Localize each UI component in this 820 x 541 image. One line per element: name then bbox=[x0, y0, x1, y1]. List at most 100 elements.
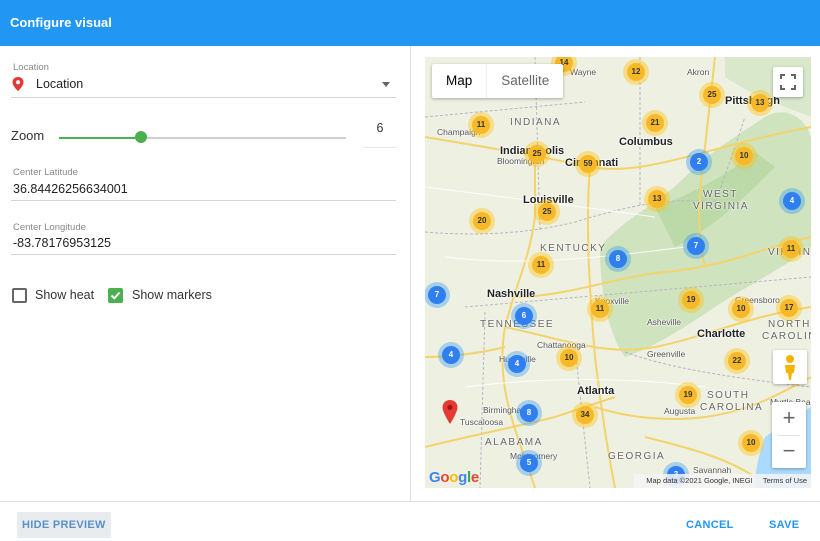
marker-cluster[interactable]: 13 bbox=[747, 90, 773, 116]
marker-cluster-count: 10 bbox=[735, 147, 753, 165]
marker-cluster-count: 5 bbox=[520, 454, 538, 472]
marker-cluster-count: 6 bbox=[515, 307, 533, 325]
terms-of-use-link[interactable]: Terms of Use bbox=[763, 476, 807, 485]
marker-cluster-count: 4 bbox=[442, 346, 460, 364]
map-preview[interactable]: INDIANA WEST VIRGINIA KENTUCKY TENNESSEE… bbox=[425, 57, 811, 488]
map-label-charlotte: Charlotte bbox=[697, 328, 746, 340]
marker-cluster-count: 11 bbox=[472, 116, 490, 134]
map-label-virginia: VIRGINIA bbox=[693, 201, 749, 212]
marker-cluster[interactable]: 10 bbox=[728, 296, 754, 322]
marker-cluster[interactable]: 4 bbox=[438, 342, 464, 368]
dialog-footer: HIDE PREVIEW CANCEL SAVE bbox=[0, 501, 820, 541]
map-label-georgia: GEORGIA bbox=[608, 451, 666, 462]
map-type-satellite-button[interactable]: Satellite bbox=[486, 64, 563, 98]
map-label-columbus: Columbus bbox=[619, 136, 673, 148]
map-marker-pin-icon[interactable] bbox=[442, 400, 458, 424]
marker-cluster-count: 2 bbox=[690, 153, 708, 171]
zoom-value-input[interactable]: 6 bbox=[364, 114, 396, 148]
marker-cluster[interactable]: 34 bbox=[572, 402, 598, 428]
marker-cluster-count: 7 bbox=[428, 286, 446, 304]
show-markers-checkbox[interactable] bbox=[108, 288, 123, 303]
map-type-map-button[interactable]: Map bbox=[432, 64, 486, 98]
marker-cluster-count: 4 bbox=[508, 355, 526, 373]
marker-cluster-count: 25 bbox=[528, 145, 546, 163]
map-label-indiana: INDIANA bbox=[510, 117, 562, 128]
marker-cluster[interactable]: 2 bbox=[686, 149, 712, 175]
marker-cluster-count: 11 bbox=[782, 240, 800, 258]
chevron-down-icon[interactable] bbox=[382, 82, 390, 87]
dialog-title: Configure visual bbox=[10, 15, 112, 30]
marker-cluster[interactable]: 10 bbox=[731, 143, 757, 169]
settings-panel: Location Location Zoom 6 Center Latitude… bbox=[0, 46, 411, 501]
marker-cluster[interactable]: 22 bbox=[724, 348, 750, 374]
marker-cluster-count: 20 bbox=[473, 212, 491, 230]
marker-cluster[interactable]: 21 bbox=[642, 110, 668, 136]
location-underline bbox=[11, 97, 396, 98]
map-zoom-controls: + − bbox=[772, 402, 806, 468]
marker-cluster-count: 10 bbox=[560, 349, 578, 367]
marker-cluster[interactable]: 12 bbox=[623, 59, 649, 85]
longitude-underline bbox=[11, 254, 396, 255]
dialog-header: Configure visual bbox=[0, 0, 820, 46]
zoom-slider[interactable] bbox=[59, 137, 346, 139]
marker-cluster[interactable]: 10 bbox=[738, 430, 764, 456]
marker-cluster-count: 25 bbox=[703, 86, 721, 104]
marker-cluster[interactable]: 5 bbox=[516, 450, 542, 476]
map-attribution: Map data ©2021 Google, INEGI Terms of Us… bbox=[634, 474, 811, 488]
location-select-value[interactable]: Location bbox=[36, 77, 83, 91]
marker-cluster[interactable]: 11 bbox=[528, 252, 554, 278]
center-latitude-input[interactable]: 36.84426256634001 bbox=[13, 182, 128, 196]
center-longitude-input[interactable]: -83.78176953125 bbox=[13, 236, 111, 250]
latitude-underline bbox=[11, 200, 396, 201]
marker-cluster-count: 34 bbox=[576, 406, 594, 424]
marker-cluster-count: 7 bbox=[687, 237, 705, 255]
marker-cluster-count: 13 bbox=[751, 94, 769, 112]
marker-cluster-count: 11 bbox=[591, 300, 609, 318]
zoom-slider-fill bbox=[59, 137, 141, 139]
marker-cluster[interactable]: 6 bbox=[511, 303, 537, 329]
marker-cluster[interactable]: 19 bbox=[675, 382, 701, 408]
fullscreen-button[interactable] bbox=[773, 67, 803, 97]
marker-cluster[interactable]: 25 bbox=[534, 199, 560, 225]
map-label-carolina: CAROLINA bbox=[762, 331, 811, 342]
marker-cluster-count: 17 bbox=[780, 299, 798, 317]
cancel-button[interactable]: CANCEL bbox=[681, 512, 739, 538]
center-latitude-label: Center Latitude bbox=[13, 167, 78, 178]
marker-cluster[interactable]: 13 bbox=[644, 186, 670, 212]
marker-cluster[interactable]: 59 bbox=[575, 151, 601, 177]
marker-cluster[interactable]: 10 bbox=[556, 345, 582, 371]
map-label-south-carolina: CAROLINA bbox=[700, 402, 764, 413]
zoom-slider-thumb[interactable] bbox=[135, 131, 147, 143]
location-label: Location bbox=[13, 62, 49, 73]
marker-cluster[interactable]: 20 bbox=[469, 208, 495, 234]
marker-cluster-count: 13 bbox=[648, 190, 666, 208]
map-label-nashville: Nashville bbox=[487, 288, 536, 300]
marker-cluster[interactable]: 11 bbox=[587, 296, 613, 322]
marker-cluster[interactable]: 8 bbox=[605, 246, 631, 272]
show-heat-checkbox[interactable] bbox=[12, 288, 27, 303]
map-zoom-in-button[interactable]: + bbox=[772, 402, 806, 435]
map-label-greenville: Greenville bbox=[647, 349, 686, 359]
marker-cluster[interactable]: 11 bbox=[778, 236, 804, 262]
marker-cluster[interactable]: 19 bbox=[678, 287, 704, 313]
pegman-icon bbox=[785, 355, 795, 380]
marker-cluster[interactable]: 8 bbox=[516, 400, 542, 426]
marker-cluster[interactable]: 7 bbox=[425, 282, 450, 308]
marker-cluster[interactable]: 25 bbox=[699, 82, 725, 108]
marker-cluster-count: 25 bbox=[538, 203, 556, 221]
map-label-akron: Akron bbox=[687, 67, 710, 77]
marker-cluster-count: 8 bbox=[609, 250, 627, 268]
marker-cluster-count: 19 bbox=[679, 386, 697, 404]
marker-cluster[interactable]: 7 bbox=[683, 233, 709, 259]
hide-preview-button[interactable]: HIDE PREVIEW bbox=[17, 512, 111, 538]
save-button[interactable]: SAVE bbox=[764, 512, 804, 538]
google-logo: Google bbox=[429, 469, 479, 486]
marker-cluster[interactable]: 4 bbox=[504, 351, 530, 377]
marker-cluster[interactable]: 4 bbox=[779, 188, 805, 214]
marker-cluster[interactable]: 11 bbox=[468, 112, 494, 138]
street-view-button[interactable] bbox=[773, 350, 807, 384]
marker-cluster[interactable]: 17 bbox=[776, 295, 802, 321]
map-label-west: WEST bbox=[703, 189, 738, 200]
map-zoom-out-button[interactable]: − bbox=[772, 435, 806, 468]
marker-cluster[interactable]: 25 bbox=[524, 141, 550, 167]
